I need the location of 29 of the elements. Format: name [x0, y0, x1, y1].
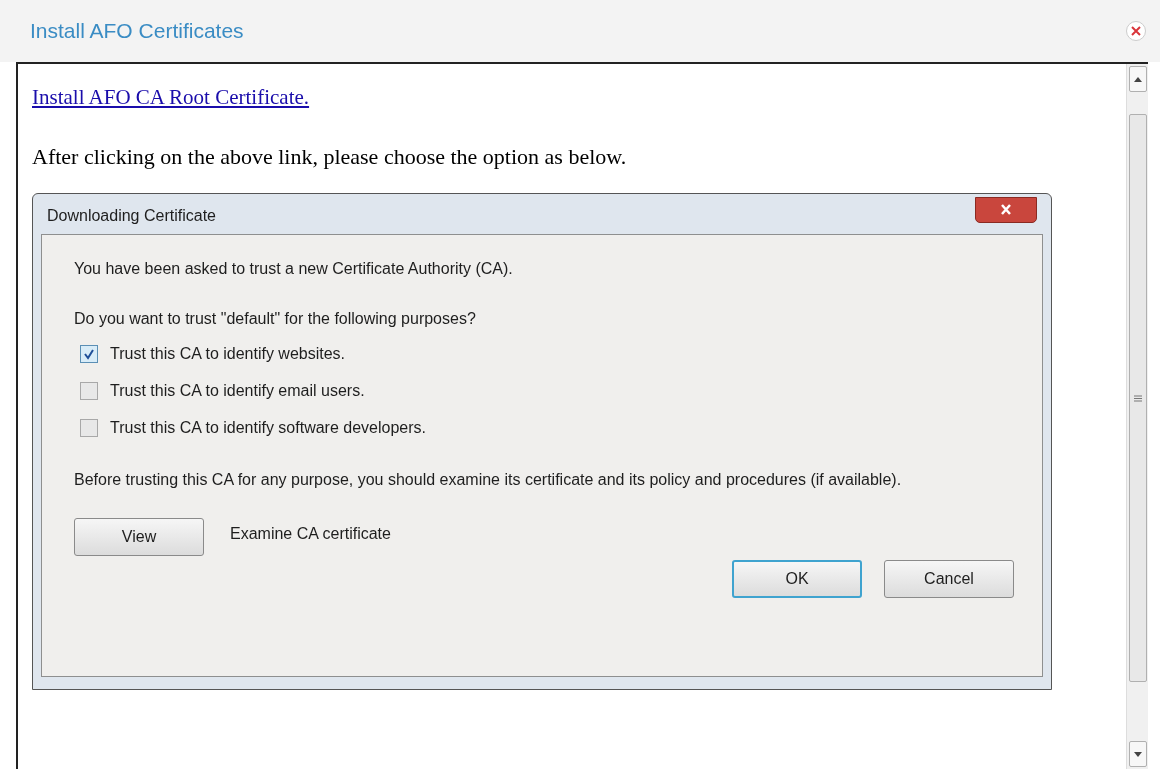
option-label: Trust this CA to identify software developers. [110, 417, 426, 438]
close-icon [1131, 26, 1141, 36]
up-arrow-icon [1133, 76, 1142, 82]
close-button[interactable] [1126, 21, 1146, 41]
scroll-up-button[interactable] [1128, 66, 1147, 92]
advice-text: Before trusting this CA for any purpose, you should examine its certificate and its policy and procedures (if available). [74, 469, 903, 490]
checkbox[interactable] [80, 344, 98, 363]
question-text: Do you want to trust "default" for the following purposes? [74, 308, 477, 329]
close-icon [1000, 204, 1012, 215]
option-label: Trust this CA to identify email users. [110, 380, 365, 401]
dialog-button[interactable]: OK [732, 559, 862, 598]
scroll-down-button[interactable] [1128, 741, 1147, 767]
dialog-title: Downloading Certificate [47, 205, 216, 226]
window-title: Install AFO Certificates [30, 18, 244, 45]
view-caption: Examine CA certificate [230, 523, 391, 544]
down-arrow-icon [1133, 751, 1142, 757]
checkbox[interactable] [80, 381, 98, 400]
install-link[interactable]: Install AFO CA Root Certificate. [32, 82, 310, 114]
checkbox[interactable] [80, 418, 98, 437]
scroll-thumb[interactable] [1128, 114, 1147, 682]
view-button[interactable]: View [74, 517, 204, 556]
check-icon [83, 347, 95, 360]
option-label: Trust this CA to identify websites. [110, 343, 346, 364]
instruction-text: After clicking on the above link, please choose the option as below. [32, 142, 628, 171]
scrollbar[interactable] [1126, 64, 1148, 769]
grip-icon [1133, 394, 1142, 402]
dialog-close-button[interactable] [975, 196, 1037, 223]
intro-text: You have been asked to trust a new Certificate Authority (CA). [74, 258, 514, 279]
dialog-button[interactable]: Cancel [884, 559, 1014, 598]
